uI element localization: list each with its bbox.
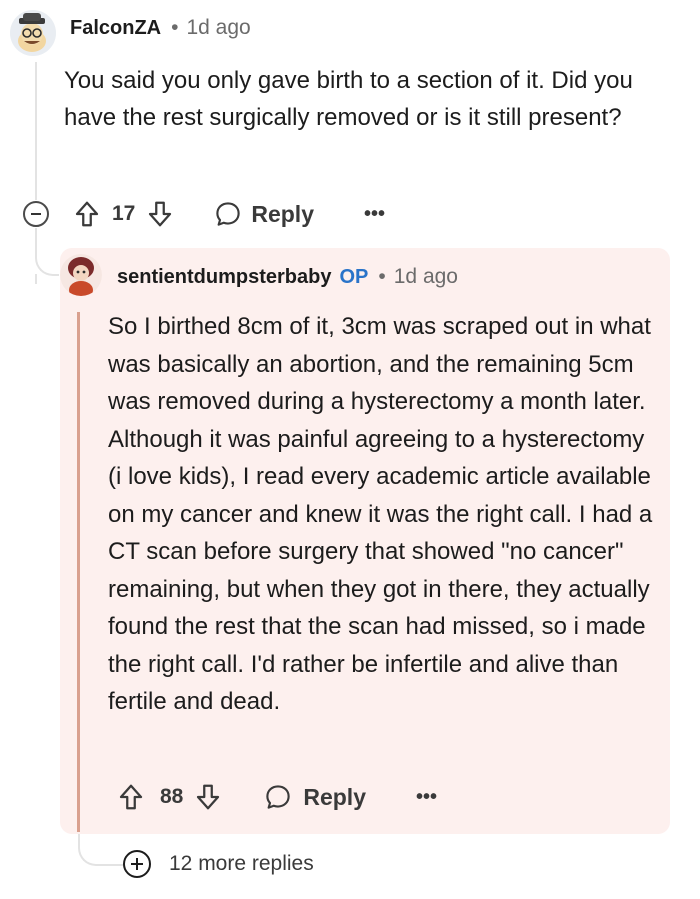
more-options-button[interactable]: ••• (416, 786, 437, 809)
op-accent-bar (77, 312, 80, 832)
vote-count: 17 (112, 202, 136, 225)
comment-body: You said you only gave birth to a sectio… (64, 67, 633, 131)
downvote-icon (197, 784, 220, 810)
collapse-button[interactable] (23, 201, 49, 227)
upvote-icon (119, 784, 143, 810)
upvote-button[interactable] (116, 782, 146, 812)
reply-label: Reply (303, 783, 366, 810)
avatar[interactable] (10, 10, 56, 56)
username[interactable]: FalconZA (70, 17, 161, 40)
expand-button[interactable] (123, 850, 151, 878)
reply-button[interactable]: Reply (263, 782, 366, 812)
vote-count: 88 (160, 785, 184, 808)
reply-body: So I birthed 8cm of it, 3cm was scraped … (108, 313, 653, 715)
timestamp[interactable]: 1d ago (186, 16, 250, 40)
upvote-icon (75, 201, 99, 227)
downvote-button[interactable] (193, 782, 223, 812)
reply-header: sentientdumpsterbaby OP • 1d ago (117, 265, 458, 289)
reply-username[interactable]: sentientdumpsterbaby (117, 266, 331, 289)
separator-dot: • (378, 265, 386, 288)
reply-label: Reply (251, 200, 314, 227)
reply-bubble-icon (266, 785, 291, 809)
more-replies-label: 12 more replies (169, 852, 314, 875)
comment-actions: 17 Reply ••• (72, 196, 385, 232)
separator-dot: • (171, 16, 179, 39)
thread-line-main (35, 62, 37, 200)
expand-plus-icon (131, 858, 143, 870)
more-options-button[interactable]: ••• (364, 203, 385, 226)
reply-avatar[interactable] (60, 254, 102, 296)
comment-header: FalconZA • 1d ago (70, 16, 251, 40)
reply-bubble-icon (216, 202, 241, 226)
reply-actions: 88 Reply ••• (116, 779, 437, 815)
downvote-icon (149, 201, 172, 227)
op-badge: OP (339, 265, 369, 288)
more-replies-link[interactable]: 12 more replies (123, 850, 314, 878)
reply-button[interactable]: Reply (213, 199, 314, 229)
collapse-icon (31, 213, 41, 215)
downvote-button[interactable] (145, 199, 175, 229)
snoo-avatar-icon (60, 254, 102, 296)
thread-line-lower (35, 274, 37, 284)
upvote-button[interactable] (72, 199, 102, 229)
snoo-avatar-falcon-icon (10, 10, 56, 56)
thread-connector-reply (35, 228, 59, 276)
reply-timestamp[interactable]: 1d ago (394, 265, 458, 289)
thread-connector-more (78, 830, 124, 866)
